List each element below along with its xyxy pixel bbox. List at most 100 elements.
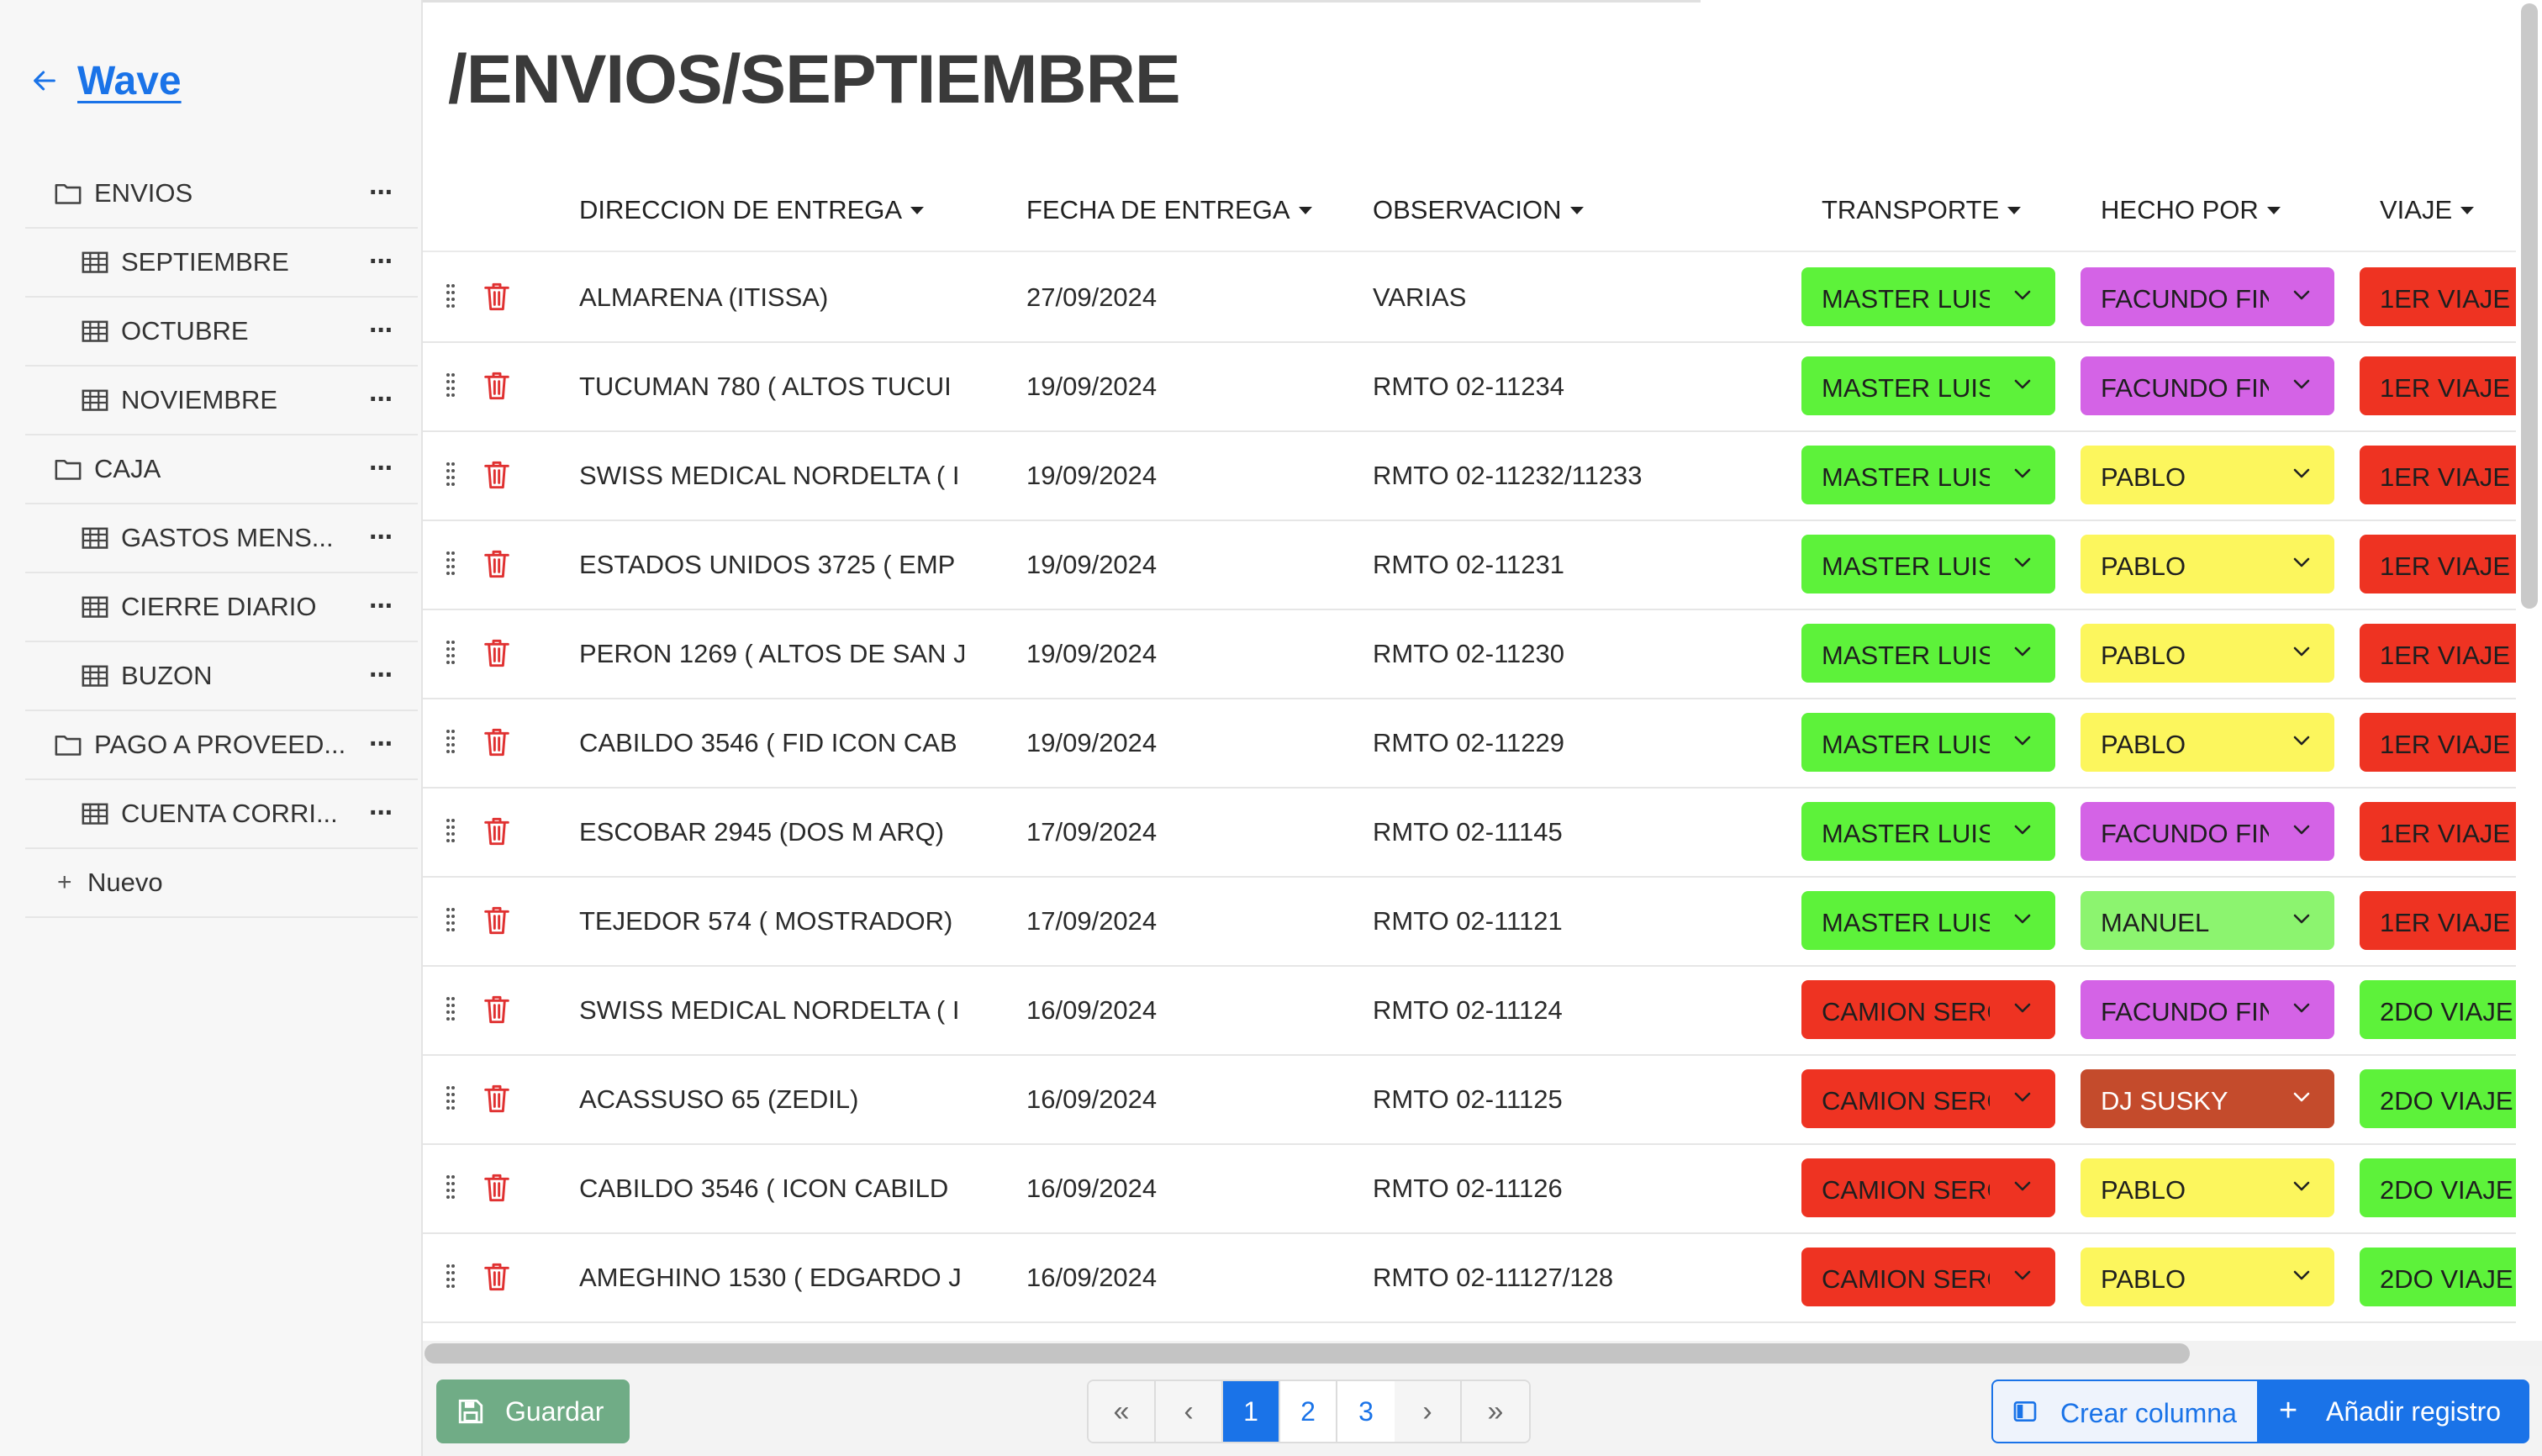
prev-page-button[interactable]: ‹ [1156, 1381, 1223, 1442]
cell-direccion[interactable]: TEJEDOR 574 ( MOSTRADOR) [579, 906, 964, 936]
drag-handle-icon[interactable] [445, 1174, 456, 1204]
viaje-select[interactable]: 1ER VIAJE [2360, 624, 2516, 683]
cell-fecha[interactable]: 16/09/2024 [1026, 995, 1329, 1026]
transporte-select[interactable]: MASTER LUIS [1801, 802, 2055, 861]
hecho-por-select[interactable]: PABLO [2081, 1248, 2334, 1306]
more-options-icon[interactable]: ··· [369, 521, 394, 554]
save-button[interactable]: Guardar [436, 1380, 630, 1443]
table-row[interactable]: TEJEDOR 574 ( MOSTRADOR) 17/09/2024 RMTO 0… [423, 878, 2516, 967]
transporte-select[interactable]: MASTER LUIS [1801, 891, 2055, 950]
trash-icon[interactable] [483, 459, 510, 491]
transporte-select[interactable]: CAMION SERG [1801, 1069, 2055, 1128]
drag-handle-icon[interactable] [445, 639, 456, 669]
trash-icon[interactable] [483, 726, 510, 758]
sidebar-item-septiembre[interactable]: SEPTIEMBRE ··· [25, 229, 418, 298]
cell-fecha[interactable]: 16/09/2024 [1026, 1084, 1329, 1115]
cell-direccion[interactable]: SWISS MEDICAL NORDELTA ( I [579, 461, 964, 491]
hecho-por-select[interactable]: FACUNDO FIN [2081, 980, 2334, 1039]
cell-fecha[interactable]: 17/09/2024 [1026, 906, 1329, 936]
drag-handle-icon[interactable] [445, 817, 456, 847]
cell-fecha[interactable]: 16/09/2024 [1026, 1263, 1329, 1293]
cell-observacion[interactable]: RMTO 02-11231 [1373, 550, 1793, 580]
first-page-button[interactable]: « [1089, 1381, 1156, 1442]
viaje-select[interactable]: 1ER VIAJE [2360, 891, 2516, 950]
cell-fecha[interactable]: 19/09/2024 [1026, 461, 1329, 491]
cell-observacion[interactable]: RMTO 02-11232/11233 [1373, 461, 1793, 491]
viaje-select[interactable]: 1ER VIAJE [2360, 356, 2516, 415]
cell-observacion[interactable]: RMTO 02-11126 [1373, 1174, 1793, 1204]
horizontal-scrollbar[interactable] [423, 1341, 2542, 1366]
cell-direccion[interactable]: ALMARENA (ITISSA) [579, 282, 964, 313]
cell-fecha[interactable]: 17/09/2024 [1026, 817, 1329, 847]
hecho-por-select[interactable]: DJ SUSKY [2081, 1069, 2334, 1128]
viaje-select[interactable]: 1ER VIAJE [2360, 446, 2516, 504]
hecho-por-select[interactable]: PABLO [2081, 713, 2334, 772]
trash-icon[interactable] [483, 905, 510, 936]
transporte-select[interactable]: MASTER LUIS [1801, 624, 2055, 683]
cell-observacion[interactable]: RMTO 02-11125 [1373, 1084, 1793, 1115]
cell-direccion[interactable]: ESCOBAR 2945 (DOS M ARQ) [579, 817, 964, 847]
viaje-select[interactable]: 1ER VIAJE [2360, 713, 2516, 772]
column-header-transporte[interactable]: TRANSPORTE [1822, 195, 2022, 225]
last-page-button[interactable]: » [1462, 1381, 1529, 1442]
viaje-select[interactable]: 1ER VIAJE [2360, 802, 2516, 861]
cell-fecha[interactable]: 19/09/2024 [1026, 728, 1329, 758]
cell-observacion[interactable]: RMTO 02-11127/128 [1373, 1263, 1793, 1293]
horizontal-scrollbar-thumb[interactable] [425, 1343, 2190, 1364]
more-options-icon[interactable]: ··· [369, 590, 394, 623]
drag-handle-icon[interactable] [445, 550, 456, 580]
hecho-por-select[interactable]: PABLO [2081, 446, 2334, 504]
cell-direccion[interactable]: SWISS MEDICAL NORDELTA ( I [579, 995, 964, 1026]
hecho-por-select[interactable]: MANUEL [2081, 891, 2334, 950]
table-row[interactable]: SWISS MEDICAL NORDELTA ( I 16/09/2024 RMTO… [423, 967, 2516, 1056]
arrow-left-icon[interactable] [30, 66, 59, 95]
more-options-icon[interactable]: ··· [369, 659, 394, 692]
drag-handle-icon[interactable] [445, 728, 456, 758]
cell-observacion[interactable]: RMTO 02-11234 [1373, 372, 1793, 402]
more-options-icon[interactable]: ··· [369, 383, 394, 416]
viaje-select[interactable]: 1ER VIAJE [2360, 535, 2516, 593]
column-header-viaje[interactable]: VIAJE [2380, 195, 2475, 225]
vertical-scrollbar-thumb[interactable] [2521, 3, 2538, 609]
viaje-select[interactable]: 2DO VIAJE [2360, 980, 2516, 1039]
cell-direccion[interactable]: AMEGHINO 1530 ( EDGARDO J [579, 1263, 964, 1293]
transporte-select[interactable]: MASTER LUIS [1801, 267, 2055, 326]
cell-direccion[interactable]: PERON 1269 ( ALTOS DE SAN J [579, 639, 964, 669]
sidebar-item-octubre[interactable]: OCTUBRE ··· [25, 298, 418, 367]
cell-direccion[interactable]: ACASSUSO 65 (ZEDIL) [579, 1084, 964, 1115]
sidebar-item-cuenta-corri[interactable]: CUENTA CORRI... ··· [25, 780, 418, 849]
table-row[interactable]: SWISS MEDICAL NORDELTA ( I 19/09/2024 RMTO… [423, 432, 2516, 521]
cell-fecha[interactable]: 19/09/2024 [1026, 550, 1329, 580]
column-header-hecho-por[interactable]: HECHO POR [2101, 195, 2281, 225]
sidebar-item-buzon[interactable]: BUZON ··· [25, 642, 418, 711]
hecho-por-select[interactable]: FACUNDO FIN [2081, 267, 2334, 326]
sidebar-item-pago-a-proveed[interactable]: PAGO A PROVEED... ··· [25, 711, 418, 780]
column-header-fecha[interactable]: FECHA DE ENTREGA [1026, 195, 1312, 225]
cell-observacion[interactable]: RMTO 02-11230 [1373, 639, 1793, 669]
cell-observacion[interactable]: VARIAS [1373, 282, 1793, 313]
viaje-select[interactable]: 2DO VIAJE [2360, 1158, 2516, 1217]
table-row[interactable]: CABILDO 3546 ( FID ICON CAB 19/09/2024 RMT… [423, 699, 2516, 789]
transporte-select[interactable]: CAMION SERG [1801, 980, 2055, 1039]
hecho-por-select[interactable]: FACUNDO FIN [2081, 356, 2334, 415]
transporte-select[interactable]: CAMION SERG [1801, 1248, 2055, 1306]
cell-direccion[interactable]: CABILDO 3546 ( FID ICON CAB [579, 728, 964, 758]
table-row[interactable]: TUCUMAN 780 ( ALTOS TUCUI 19/09/2024 RMTO … [423, 343, 2516, 432]
drag-handle-icon[interactable] [445, 1263, 456, 1293]
sidebar-item-noviembre[interactable]: NOVIEMBRE ··· [25, 367, 418, 435]
hecho-por-select[interactable]: PABLO [2081, 1158, 2334, 1217]
transporte-select[interactable]: MASTER LUIS [1801, 713, 2055, 772]
sidebar-item-gastos-mens[interactable]: GASTOS MENS... ··· [25, 504, 418, 573]
trash-icon[interactable] [483, 281, 510, 313]
hecho-por-select[interactable]: FACUNDO FIN [2081, 802, 2334, 861]
table-row[interactable]: ESCOBAR 2945 (DOS M ARQ) 17/09/2024 RMTO 0… [423, 789, 2516, 878]
viaje-select[interactable]: 2DO VIAJE [2360, 1069, 2516, 1128]
table-row[interactable]: ESTADOS UNIDOS 3725 ( EMP 19/09/2024 RMTO … [423, 521, 2516, 610]
sidebar-item-envios[interactable]: ENVIOS ··· [25, 160, 418, 229]
column-header-observacion[interactable]: OBSERVACION [1373, 195, 1584, 225]
table-row[interactable]: AMEGHINO 1530 ( EDGARDO J 16/09/2024 RMTO … [423, 1234, 2516, 1323]
trash-icon[interactable] [483, 815, 510, 847]
page-1-button[interactable]: 1 [1223, 1381, 1280, 1442]
drag-handle-icon[interactable] [445, 995, 456, 1026]
trash-icon[interactable] [483, 548, 510, 580]
